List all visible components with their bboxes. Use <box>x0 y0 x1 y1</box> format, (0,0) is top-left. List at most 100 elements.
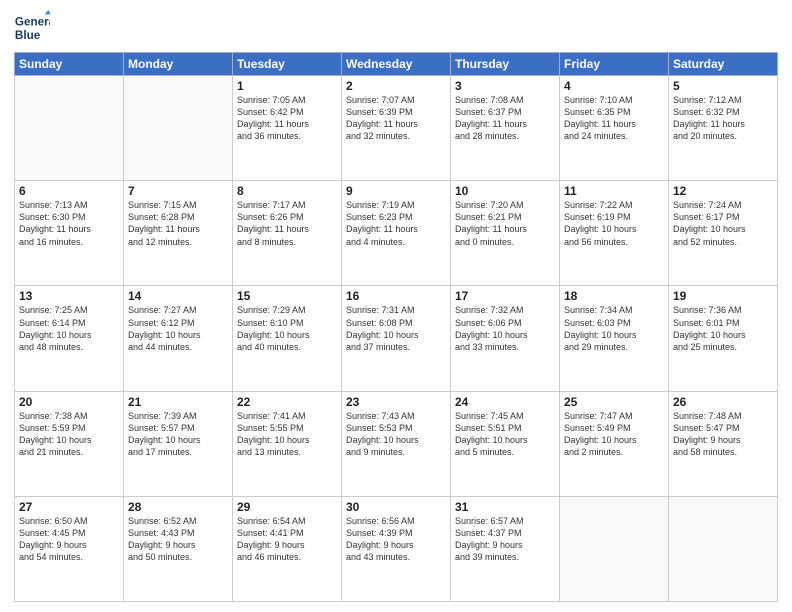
day-number: 7 <box>128 184 228 198</box>
day-info: Sunrise: 7:48 AM Sunset: 5:47 PM Dayligh… <box>673 410 773 459</box>
day-info: Sunrise: 6:52 AM Sunset: 4:43 PM Dayligh… <box>128 515 228 564</box>
day-number: 8 <box>237 184 337 198</box>
week-row-2: 13Sunrise: 7:25 AM Sunset: 6:14 PM Dayli… <box>15 286 778 391</box>
week-row-3: 20Sunrise: 7:38 AM Sunset: 5:59 PM Dayli… <box>15 391 778 496</box>
weekday-header-tuesday: Tuesday <box>233 53 342 76</box>
week-row-1: 6Sunrise: 7:13 AM Sunset: 6:30 PM Daylig… <box>15 181 778 286</box>
day-number: 13 <box>19 289 119 303</box>
day-cell: 16Sunrise: 7:31 AM Sunset: 6:08 PM Dayli… <box>342 286 451 391</box>
day-info: Sunrise: 6:50 AM Sunset: 4:45 PM Dayligh… <box>19 515 119 564</box>
week-row-4: 27Sunrise: 6:50 AM Sunset: 4:45 PM Dayli… <box>15 496 778 601</box>
day-info: Sunrise: 6:54 AM Sunset: 4:41 PM Dayligh… <box>237 515 337 564</box>
day-info: Sunrise: 7:34 AM Sunset: 6:03 PM Dayligh… <box>564 304 664 353</box>
day-number: 25 <box>564 395 664 409</box>
day-number: 21 <box>128 395 228 409</box>
day-cell: 7Sunrise: 7:15 AM Sunset: 6:28 PM Daylig… <box>124 181 233 286</box>
day-cell: 20Sunrise: 7:38 AM Sunset: 5:59 PM Dayli… <box>15 391 124 496</box>
day-cell: 28Sunrise: 6:52 AM Sunset: 4:43 PM Dayli… <box>124 496 233 601</box>
page: General Blue SundayMondayTuesdayWednesda… <box>0 0 792 612</box>
day-cell: 22Sunrise: 7:41 AM Sunset: 5:55 PM Dayli… <box>233 391 342 496</box>
week-row-0: 1Sunrise: 7:05 AM Sunset: 6:42 PM Daylig… <box>15 76 778 181</box>
day-cell: 2Sunrise: 7:07 AM Sunset: 6:39 PM Daylig… <box>342 76 451 181</box>
day-cell: 10Sunrise: 7:20 AM Sunset: 6:21 PM Dayli… <box>451 181 560 286</box>
day-cell: 8Sunrise: 7:17 AM Sunset: 6:26 PM Daylig… <box>233 181 342 286</box>
day-info: Sunrise: 7:12 AM Sunset: 6:32 PM Dayligh… <box>673 94 773 143</box>
calendar: SundayMondayTuesdayWednesdayThursdayFrid… <box>14 52 778 602</box>
day-cell: 18Sunrise: 7:34 AM Sunset: 6:03 PM Dayli… <box>560 286 669 391</box>
day-cell <box>15 76 124 181</box>
day-info: Sunrise: 7:05 AM Sunset: 6:42 PM Dayligh… <box>237 94 337 143</box>
day-number: 26 <box>673 395 773 409</box>
day-number: 31 <box>455 500 555 514</box>
day-cell: 24Sunrise: 7:45 AM Sunset: 5:51 PM Dayli… <box>451 391 560 496</box>
day-info: Sunrise: 7:38 AM Sunset: 5:59 PM Dayligh… <box>19 410 119 459</box>
day-info: Sunrise: 7:43 AM Sunset: 5:53 PM Dayligh… <box>346 410 446 459</box>
day-cell: 27Sunrise: 6:50 AM Sunset: 4:45 PM Dayli… <box>15 496 124 601</box>
day-cell <box>669 496 778 601</box>
day-number: 27 <box>19 500 119 514</box>
day-cell: 14Sunrise: 7:27 AM Sunset: 6:12 PM Dayli… <box>124 286 233 391</box>
day-info: Sunrise: 7:13 AM Sunset: 6:30 PM Dayligh… <box>19 199 119 248</box>
day-info: Sunrise: 7:25 AM Sunset: 6:14 PM Dayligh… <box>19 304 119 353</box>
day-info: Sunrise: 7:29 AM Sunset: 6:10 PM Dayligh… <box>237 304 337 353</box>
day-number: 11 <box>564 184 664 198</box>
day-info: Sunrise: 7:17 AM Sunset: 6:26 PM Dayligh… <box>237 199 337 248</box>
day-cell: 1Sunrise: 7:05 AM Sunset: 6:42 PM Daylig… <box>233 76 342 181</box>
svg-text:General: General <box>15 15 50 28</box>
day-number: 23 <box>346 395 446 409</box>
logo-icon: General Blue <box>14 10 50 46</box>
day-info: Sunrise: 7:07 AM Sunset: 6:39 PM Dayligh… <box>346 94 446 143</box>
day-info: Sunrise: 7:32 AM Sunset: 6:06 PM Dayligh… <box>455 304 555 353</box>
day-number: 5 <box>673 79 773 93</box>
day-cell: 13Sunrise: 7:25 AM Sunset: 6:14 PM Dayli… <box>15 286 124 391</box>
weekday-header-saturday: Saturday <box>669 53 778 76</box>
day-cell: 17Sunrise: 7:32 AM Sunset: 6:06 PM Dayli… <box>451 286 560 391</box>
weekday-header-friday: Friday <box>560 53 669 76</box>
day-info: Sunrise: 7:41 AM Sunset: 5:55 PM Dayligh… <box>237 410 337 459</box>
day-number: 12 <box>673 184 773 198</box>
day-number: 22 <box>237 395 337 409</box>
svg-text:Blue: Blue <box>15 29 41 42</box>
day-number: 14 <box>128 289 228 303</box>
day-cell: 21Sunrise: 7:39 AM Sunset: 5:57 PM Dayli… <box>124 391 233 496</box>
day-number: 29 <box>237 500 337 514</box>
day-info: Sunrise: 7:24 AM Sunset: 6:17 PM Dayligh… <box>673 199 773 248</box>
day-info: Sunrise: 7:36 AM Sunset: 6:01 PM Dayligh… <box>673 304 773 353</box>
day-info: Sunrise: 7:31 AM Sunset: 6:08 PM Dayligh… <box>346 304 446 353</box>
day-info: Sunrise: 7:39 AM Sunset: 5:57 PM Dayligh… <box>128 410 228 459</box>
day-cell: 3Sunrise: 7:08 AM Sunset: 6:37 PM Daylig… <box>451 76 560 181</box>
day-cell <box>124 76 233 181</box>
day-info: Sunrise: 7:19 AM Sunset: 6:23 PM Dayligh… <box>346 199 446 248</box>
weekday-header-row: SundayMondayTuesdayWednesdayThursdayFrid… <box>15 53 778 76</box>
day-number: 2 <box>346 79 446 93</box>
day-cell: 30Sunrise: 6:56 AM Sunset: 4:39 PM Dayli… <box>342 496 451 601</box>
day-cell: 9Sunrise: 7:19 AM Sunset: 6:23 PM Daylig… <box>342 181 451 286</box>
day-number: 1 <box>237 79 337 93</box>
day-info: Sunrise: 7:20 AM Sunset: 6:21 PM Dayligh… <box>455 199 555 248</box>
day-number: 4 <box>564 79 664 93</box>
day-cell: 11Sunrise: 7:22 AM Sunset: 6:19 PM Dayli… <box>560 181 669 286</box>
logo: General Blue <box>14 10 52 46</box>
day-cell: 29Sunrise: 6:54 AM Sunset: 4:41 PM Dayli… <box>233 496 342 601</box>
day-info: Sunrise: 7:22 AM Sunset: 6:19 PM Dayligh… <box>564 199 664 248</box>
day-cell: 26Sunrise: 7:48 AM Sunset: 5:47 PM Dayli… <box>669 391 778 496</box>
header: General Blue <box>14 10 778 46</box>
weekday-header-thursday: Thursday <box>451 53 560 76</box>
day-cell: 6Sunrise: 7:13 AM Sunset: 6:30 PM Daylig… <box>15 181 124 286</box>
day-number: 20 <box>19 395 119 409</box>
day-cell: 12Sunrise: 7:24 AM Sunset: 6:17 PM Dayli… <box>669 181 778 286</box>
weekday-header-sunday: Sunday <box>15 53 124 76</box>
day-cell: 25Sunrise: 7:47 AM Sunset: 5:49 PM Dayli… <box>560 391 669 496</box>
day-info: Sunrise: 7:45 AM Sunset: 5:51 PM Dayligh… <box>455 410 555 459</box>
day-cell <box>560 496 669 601</box>
day-number: 19 <box>673 289 773 303</box>
day-cell: 5Sunrise: 7:12 AM Sunset: 6:32 PM Daylig… <box>669 76 778 181</box>
day-cell: 4Sunrise: 7:10 AM Sunset: 6:35 PM Daylig… <box>560 76 669 181</box>
day-number: 10 <box>455 184 555 198</box>
day-number: 28 <box>128 500 228 514</box>
day-info: Sunrise: 7:47 AM Sunset: 5:49 PM Dayligh… <box>564 410 664 459</box>
day-number: 9 <box>346 184 446 198</box>
day-info: Sunrise: 6:57 AM Sunset: 4:37 PM Dayligh… <box>455 515 555 564</box>
day-cell: 31Sunrise: 6:57 AM Sunset: 4:37 PM Dayli… <box>451 496 560 601</box>
day-number: 17 <box>455 289 555 303</box>
